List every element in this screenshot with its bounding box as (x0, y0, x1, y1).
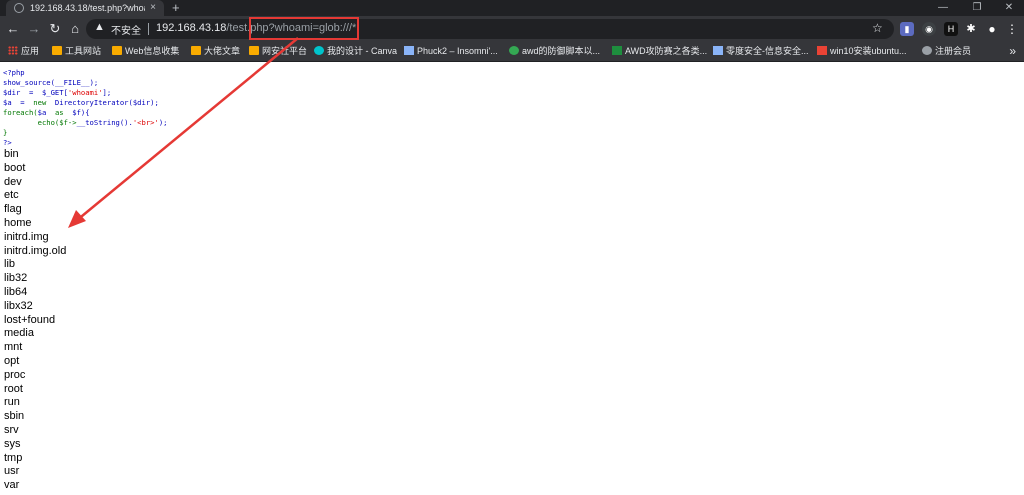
arrow-shaft (75, 37, 299, 222)
arrow-head (68, 210, 86, 228)
annotation-arrow (68, 37, 299, 228)
